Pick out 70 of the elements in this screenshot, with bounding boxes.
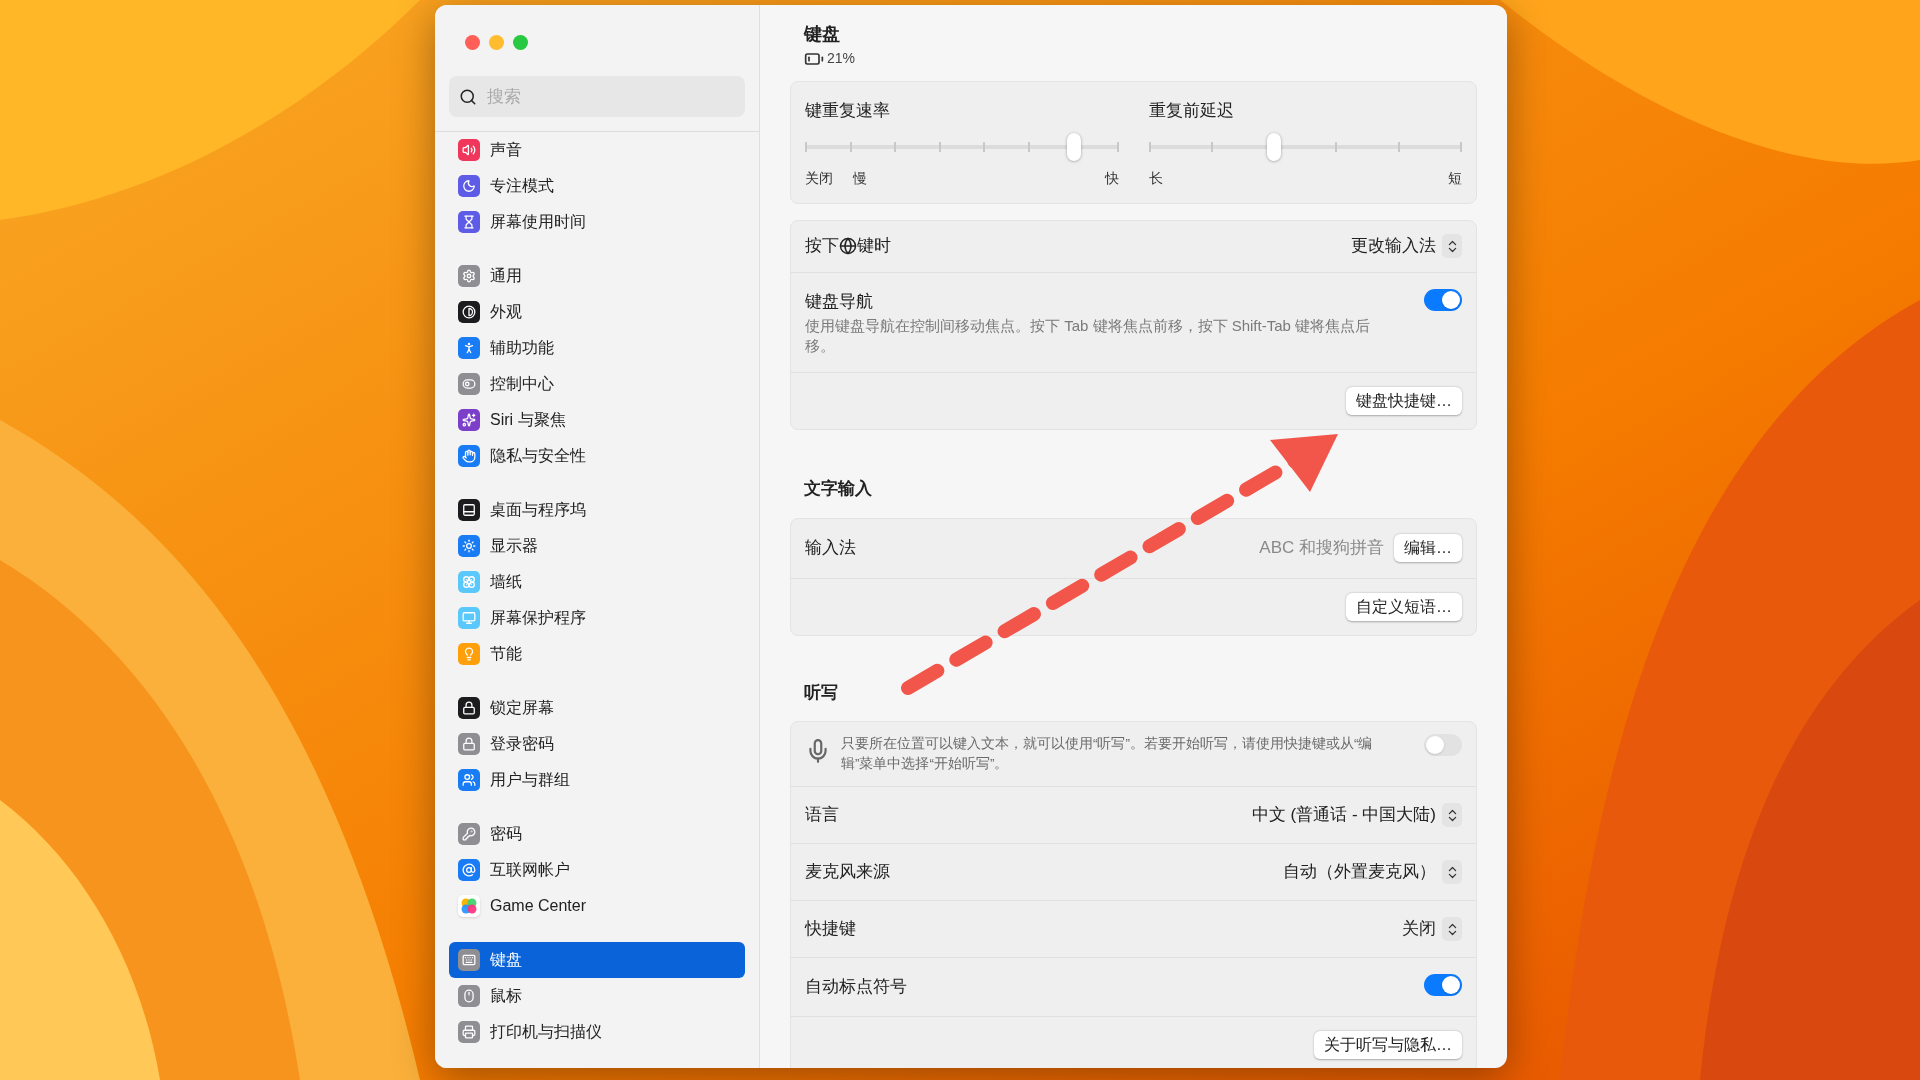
sidebar-item[interactable]: 节能 xyxy=(449,636,745,672)
sidebar-item[interactable]: 登录密码 xyxy=(449,726,745,762)
toggle-switch[interactable] xyxy=(1424,974,1462,996)
sidebar-item[interactable]: 密码 xyxy=(449,816,745,852)
row-value: ABC 和搜狗拼音 xyxy=(1259,537,1384,560)
row-label: 按下 xyxy=(805,235,839,258)
slider-thumb[interactable] xyxy=(1066,132,1081,161)
search-field[interactable]: 搜索 xyxy=(449,76,745,117)
stepper-icon xyxy=(1442,917,1462,941)
push-button[interactable]: 键盘快捷键… xyxy=(1346,387,1462,415)
minimize-button[interactable] xyxy=(489,35,504,50)
slider-thumb[interactable] xyxy=(1266,132,1281,161)
close-button[interactable] xyxy=(465,35,480,50)
zoom-button[interactable] xyxy=(513,35,528,50)
sidebar-item[interactable]: 打印机与扫描仪 xyxy=(449,1014,745,1050)
row-label: 键盘导航 xyxy=(805,290,874,313)
sidebar-item[interactable]: 专注模式 xyxy=(449,168,745,204)
row-label: 自动标点符号 xyxy=(805,976,908,998)
row-label: 快捷键 xyxy=(805,918,856,941)
sidebar-item[interactable]: 鼠标 xyxy=(449,978,745,1014)
scale-label: 短 xyxy=(1448,168,1462,188)
sidebar-item[interactable]: 隐私与安全性 xyxy=(449,438,745,474)
push-button[interactable]: 自定义短语… xyxy=(1346,592,1462,621)
battery-level: 21% xyxy=(827,49,856,68)
sidebar-item[interactable]: 辅助功能 xyxy=(449,330,745,366)
sidebar-item[interactable]: 用户与群组 xyxy=(449,762,745,798)
push-button[interactable]: 关于听写与隐私… xyxy=(1314,1030,1462,1059)
scale-label: 慢 xyxy=(853,168,867,188)
globe-icon xyxy=(839,237,857,255)
row-description: 使用键盘导航在控制间移动焦点。按下 Tab 键将焦点前移，按下 Shift-Tab 键将焦点后移。 xyxy=(805,316,1372,356)
slider-track[interactable] xyxy=(1148,131,1462,162)
dictation-description: 只要所在位置可以键入文本，就可以使用“听写”。若要开始听写，请使用快捷键或从“编辑”菜单中选择“开始听写”。 xyxy=(841,735,1374,773)
page-title: 键盘 xyxy=(804,23,841,46)
row-label: 输入法 xyxy=(805,537,856,560)
sidebar-item[interactable]: 显示器 xyxy=(449,528,745,564)
slider-label: 重复前延迟 xyxy=(1148,100,1235,122)
sidebar-item[interactable]: 控制中心 xyxy=(449,366,745,402)
slider-label: 键重复速率 xyxy=(805,100,891,122)
stepper-icon xyxy=(1442,803,1462,827)
sidebar-item[interactable]: 屏幕保护程序 xyxy=(449,600,745,636)
row-label: 键时 xyxy=(857,235,891,258)
toggle-switch[interactable] xyxy=(1424,734,1462,756)
section-heading: 文字输入 xyxy=(803,478,873,500)
popup-value[interactable]: 自动（外置麦克风） xyxy=(1283,859,1436,885)
section-heading: 听写 xyxy=(803,681,839,704)
sidebar-item[interactable]: Game Center xyxy=(449,888,745,924)
popup-value[interactable]: 更改输入法 xyxy=(1351,233,1436,259)
sidebar-item[interactable]: 声音 xyxy=(449,132,745,168)
toggle-switch[interactable] xyxy=(1424,288,1462,311)
sidebar-item[interactable]: 互联网帐户 xyxy=(449,852,745,888)
slider-track[interactable] xyxy=(805,131,1119,162)
search-icon xyxy=(459,88,477,106)
stepper-icon xyxy=(1442,860,1462,884)
popup-value[interactable]: 关闭 xyxy=(1402,916,1436,942)
sidebar-item[interactable]: 屏幕使用时间 xyxy=(449,204,745,240)
sidebar-item[interactable]: 锁定屏幕 xyxy=(449,690,745,726)
push-button[interactable]: 编辑… xyxy=(1394,534,1462,562)
sidebar-item[interactable]: 键盘 xyxy=(449,942,745,978)
sidebar-item[interactable]: 桌面与程序坞 xyxy=(449,492,745,528)
sidebar-item[interactable]: 通用 xyxy=(449,258,745,294)
scale-label: 关闭 xyxy=(805,168,833,188)
sidebar-item[interactable]: 墙纸 xyxy=(449,564,745,600)
sidebar-item[interactable]: 外观 xyxy=(449,294,745,330)
sidebar-item[interactable]: Siri 与聚焦 xyxy=(449,402,745,438)
scale-label: 长 xyxy=(1148,168,1163,188)
row-label: 麦克风来源 xyxy=(805,861,890,884)
scale-label: 快 xyxy=(1104,168,1119,188)
popup-value[interactable]: 中文 (普通话 - 中国大陆) xyxy=(1251,802,1436,828)
stepper-icon xyxy=(1442,234,1462,258)
row-label: 语言 xyxy=(805,804,839,827)
